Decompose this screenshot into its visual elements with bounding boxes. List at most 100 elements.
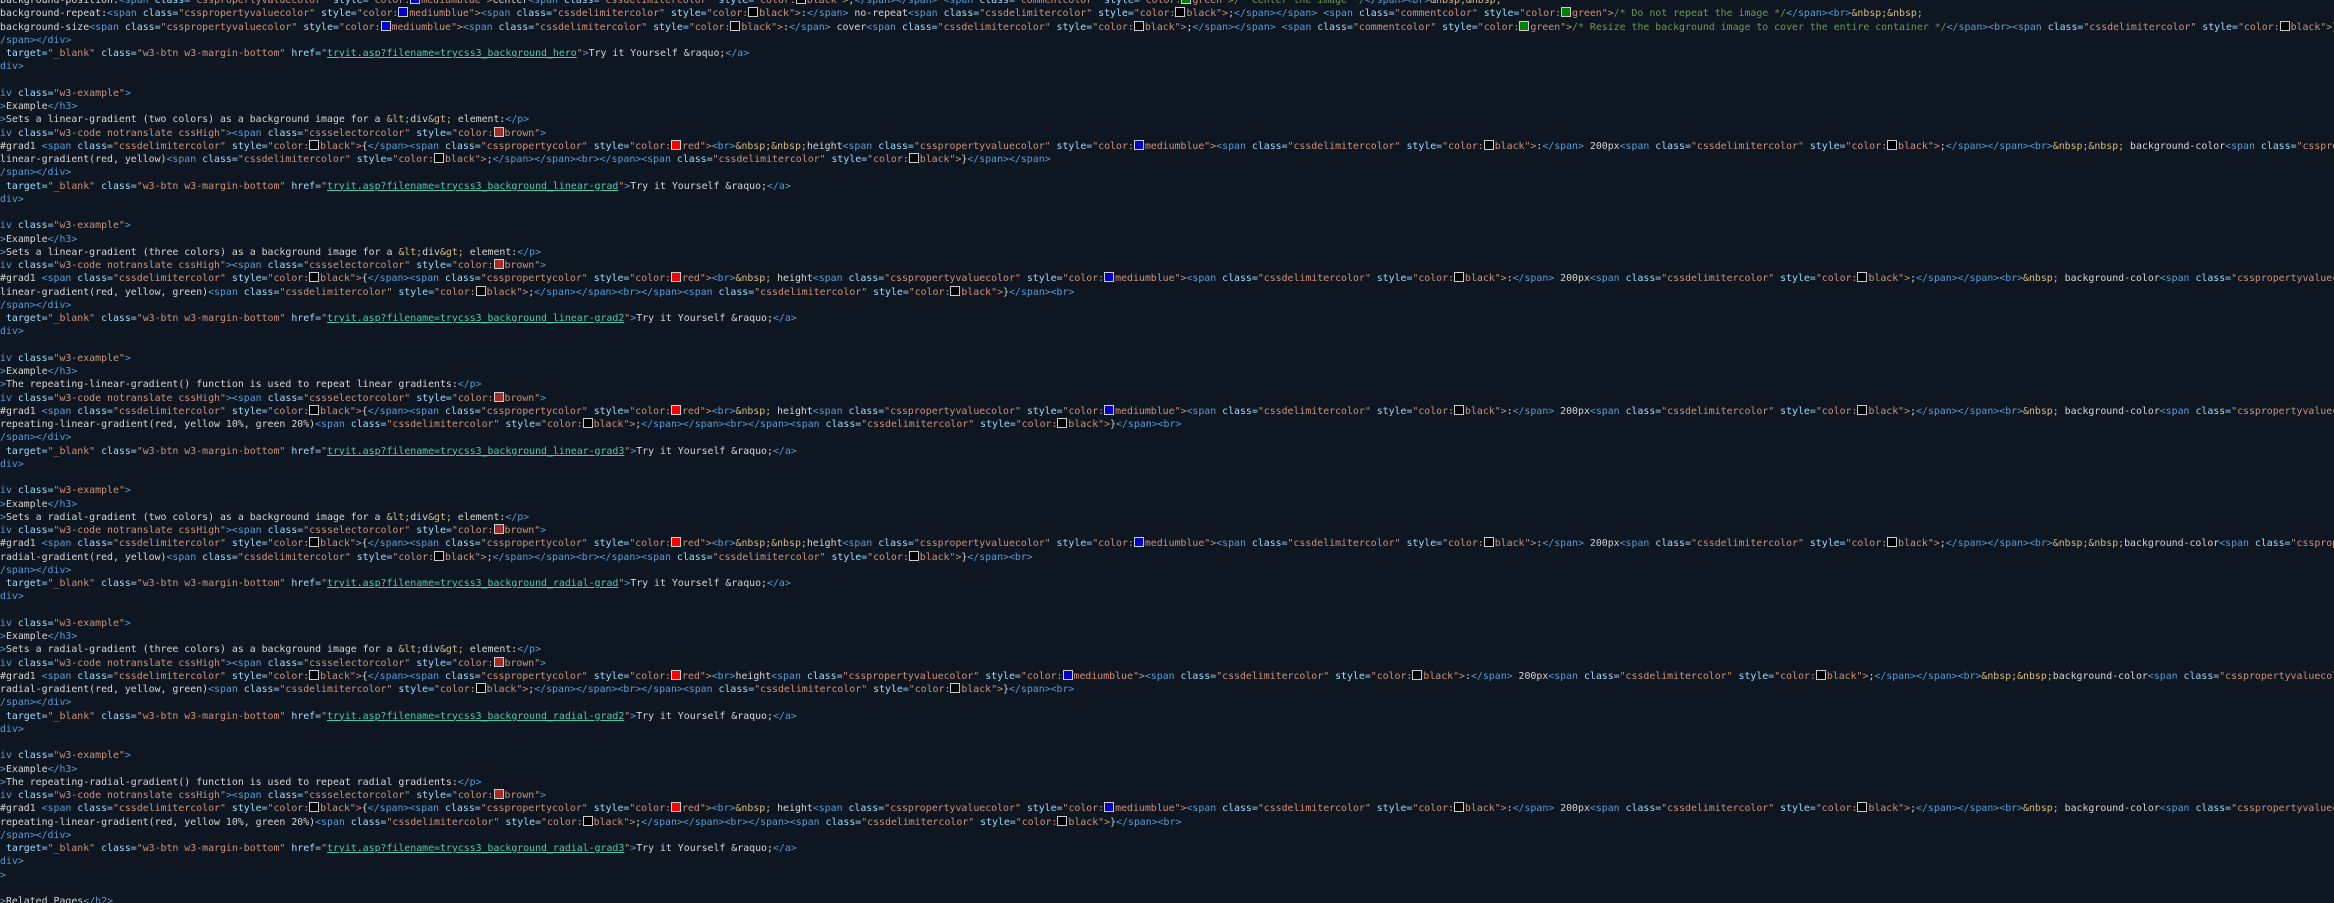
color-swatch-icon[interactable]	[1412, 669, 1423, 680]
code-line[interactable]: iv class="w3-example">	[0, 617, 2334, 630]
code-line[interactable]: target="_blank" class="w3-btn w3-margin-…	[0, 577, 2334, 590]
code-line[interactable]: div>	[0, 723, 2334, 736]
code-line[interactable]: >Related Pages</h2>	[0, 895, 2334, 903]
color-swatch-icon[interactable]	[908, 550, 919, 561]
code-line[interactable]: radial-gradient(red, yellow)<span class=…	[0, 550, 2334, 564]
code-line[interactable]: #grad1 <span class="cssdelimitercolor" s…	[0, 139, 2334, 153]
color-swatch-icon[interactable]	[1815, 669, 1826, 680]
code-line[interactable]	[0, 339, 2334, 352]
color-swatch-icon[interactable]	[1857, 404, 1868, 415]
code-line[interactable]: #grad1 <span class="cssdelimitercolor" s…	[0, 669, 2334, 683]
code-line[interactable]: iv class="w3-example">	[0, 87, 2334, 100]
code-line[interactable]: #grad1 <span class="cssdelimitercolor" s…	[0, 272, 2334, 285]
color-swatch-icon[interactable]	[795, 0, 806, 4]
color-swatch-icon[interactable]	[398, 7, 409, 18]
color-swatch-icon[interactable]	[582, 815, 593, 826]
color-swatch-icon[interactable]	[475, 683, 486, 693]
code-line[interactable]: >The repeating-radial-gradient() functio…	[0, 776, 2334, 789]
color-swatch-icon[interactable]	[1133, 537, 1144, 548]
code-line[interactable]	[0, 471, 2334, 484]
color-swatch-icon[interactable]	[309, 404, 320, 415]
code-line[interactable]: #grad1 <span class="cssdelimitercolor" s…	[0, 537, 2334, 550]
code-line[interactable]: div>	[0, 193, 2334, 206]
code-line[interactable]: >Sets a linear-gradient (two colors) as …	[0, 113, 2334, 126]
code-line[interactable]: background-repeat:<span class="cssproper…	[0, 7, 2334, 20]
code-line[interactable]: >Sets a radial-gradient (three colors) a…	[0, 643, 2334, 656]
code-line[interactable]	[0, 736, 2334, 749]
color-swatch-icon[interactable]	[493, 259, 504, 269]
color-swatch-icon[interactable]	[309, 272, 320, 283]
code-line[interactable]: iv class="w3-code notranslate cssHigh"><…	[0, 259, 2334, 272]
code-line[interactable]: iv class="w3-code notranslate cssHigh"><…	[0, 126, 2334, 140]
color-swatch-icon[interactable]	[1133, 20, 1144, 31]
color-swatch-icon[interactable]	[309, 139, 320, 150]
code-line[interactable]: iv class="w3-example">	[0, 352, 2334, 365]
code-line[interactable]: >Sets a radial-gradient (two colors) as …	[0, 511, 2334, 524]
code-line[interactable]: >Sets a linear-gradient (three colors) a…	[0, 246, 2334, 259]
code-line[interactable]: div>	[0, 590, 2334, 603]
color-swatch-icon[interactable]	[380, 20, 391, 31]
code-line[interactable]: div>	[0, 60, 2334, 73]
code-line[interactable]: #grad1 <span class="cssdelimitercolor" s…	[0, 802, 2334, 815]
code-line[interactable]	[0, 604, 2334, 617]
code-line[interactable]: >	[0, 869, 2334, 882]
code-line[interactable]	[0, 74, 2334, 87]
code-line[interactable]: >Example</h3>	[0, 365, 2334, 378]
code-line[interactable]: iv class="w3-code notranslate cssHigh"><…	[0, 524, 2334, 537]
code-line[interactable]: repeating-linear-gradient(red, yellow 10…	[0, 418, 2334, 431]
color-swatch-icon[interactable]	[1483, 537, 1494, 548]
code-link[interactable]: tryit.asp?filename=trycss3_background_ra…	[327, 711, 624, 722]
color-swatch-icon[interactable]	[670, 669, 681, 680]
code-line[interactable]: /span></div>	[0, 829, 2334, 842]
code-line[interactable]: iv class="w3-code notranslate cssHigh"><…	[0, 656, 2334, 670]
color-swatch-icon[interactable]	[1887, 139, 1898, 150]
color-swatch-icon[interactable]	[1104, 404, 1115, 415]
color-swatch-icon[interactable]	[670, 404, 681, 415]
code-line[interactable]: /span></div>	[0, 696, 2334, 709]
color-swatch-icon[interactable]	[475, 285, 486, 296]
code-line[interactable]: >Example</h3>	[0, 763, 2334, 776]
code-line[interactable]: /span></div>	[0, 299, 2334, 312]
color-swatch-icon[interactable]	[1454, 272, 1465, 283]
code-line[interactable]	[0, 206, 2334, 219]
code-editor[interactable]: background-position:<span class="cssprop…	[0, 0, 2334, 903]
color-swatch-icon[interactable]	[493, 656, 504, 667]
code-link[interactable]: tryit.asp?filename=trycss3_background_li…	[327, 313, 624, 324]
code-link[interactable]: tryit.asp?filename=trycss3_background_ra…	[327, 843, 624, 854]
code-line[interactable]: /span></div>	[0, 34, 2334, 47]
code-line[interactable]: /span></div>	[0, 431, 2334, 444]
code-line[interactable]: div>	[0, 458, 2334, 471]
color-swatch-icon[interactable]	[950, 285, 961, 296]
color-swatch-icon[interactable]	[1104, 802, 1115, 813]
code-line[interactable]: iv class="w3-code notranslate cssHigh"><…	[0, 391, 2334, 405]
color-swatch-icon[interactable]	[670, 802, 681, 813]
code-line[interactable]: iv class="w3-example">	[0, 219, 2334, 232]
code-link[interactable]: tryit.asp?filename=trycss3_background_li…	[327, 446, 624, 457]
code-line[interactable]: target="_blank" class="w3-btn w3-margin-…	[0, 47, 2334, 60]
color-swatch-icon[interactable]	[1133, 139, 1144, 150]
color-swatch-icon[interactable]	[748, 7, 759, 18]
color-swatch-icon[interactable]	[1519, 20, 1530, 31]
code-line[interactable]: div>	[0, 855, 2334, 868]
color-swatch-icon[interactable]	[309, 669, 320, 680]
color-swatch-icon[interactable]	[1104, 272, 1115, 283]
code-line[interactable]: /span></div>	[0, 166, 2334, 179]
color-swatch-icon[interactable]	[1887, 537, 1898, 548]
color-swatch-icon[interactable]	[493, 524, 504, 534]
code-line[interactable]: iv class="w3-example">	[0, 749, 2334, 762]
color-swatch-icon[interactable]	[410, 0, 421, 4]
color-swatch-icon[interactable]	[582, 418, 593, 428]
code-line[interactable]: >Example</h3>	[0, 100, 2334, 113]
code-link[interactable]: tryit.asp?filename=trycss3_background_he…	[327, 48, 577, 59]
color-swatch-icon[interactable]	[1454, 802, 1465, 813]
color-swatch-icon[interactable]	[1181, 0, 1192, 4]
color-swatch-icon[interactable]	[670, 537, 681, 548]
color-swatch-icon[interactable]	[1175, 7, 1186, 18]
code-line[interactable]: iv class="w3-code notranslate cssHigh"><…	[0, 789, 2334, 802]
color-swatch-icon[interactable]	[950, 683, 961, 693]
code-line[interactable]: >Example</h3>	[0, 233, 2334, 246]
code-line[interactable]: >Example</h3>	[0, 498, 2334, 511]
color-swatch-icon[interactable]	[670, 272, 681, 283]
color-swatch-icon[interactable]	[434, 153, 445, 163]
code-line[interactable]: >The repeating-linear-gradient() functio…	[0, 378, 2334, 391]
